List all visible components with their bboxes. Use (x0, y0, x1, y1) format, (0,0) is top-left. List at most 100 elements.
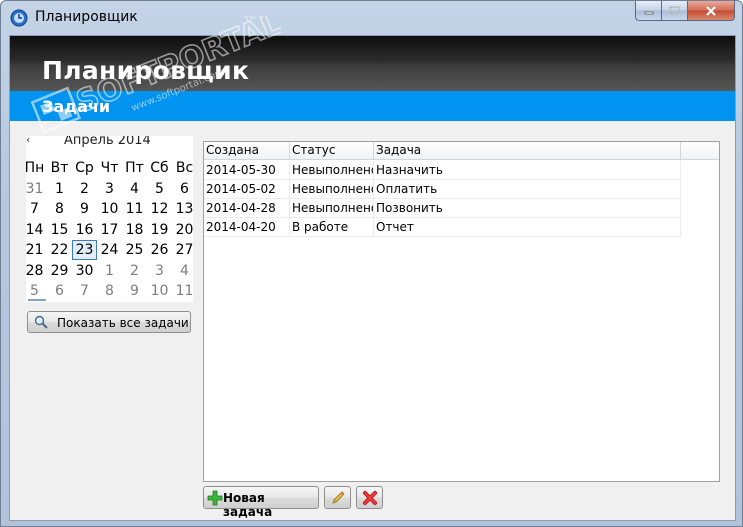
new-task-label: Новая задача (223, 491, 273, 519)
calendar-day[interactable]: 15 (47, 220, 72, 240)
table-row[interactable]: 2014-05-30 Невыполнено Назначить (204, 161, 681, 180)
task-table[interactable]: Создана Статус Задача 2014-05-30 Невыпол… (203, 141, 720, 482)
calendar-day[interactable]: 19 (147, 220, 172, 240)
calendar-day[interactable]: 14 (26, 220, 47, 240)
cell-status: Невыполнено (290, 180, 374, 199)
calendar-header: ‹ Апрель 2014 (26, 136, 193, 150)
cell-created: 2014-04-28 (204, 199, 290, 218)
calendar-day[interactable]: 10 (147, 281, 172, 301)
pencil-icon (332, 491, 345, 504)
calendar-week-row: 14 15 16 17 18 19 20 (26, 220, 193, 241)
calendar-day[interactable]: 24 (97, 240, 122, 260)
title-bar[interactable]: Планировщик (1, 1, 742, 35)
red-x-icon (363, 491, 377, 505)
weekday-label: Вс (175, 160, 193, 176)
calendar-day[interactable]: 31 (26, 179, 47, 199)
minimize-button[interactable] (635, 1, 662, 21)
prev-month-button[interactable]: ‹ (26, 136, 36, 146)
calendar-day[interactable]: 5 (147, 179, 172, 199)
calendar-day[interactable]: 7 (26, 199, 47, 219)
new-task-button[interactable]: Новая задача (203, 486, 319, 519)
maximize-icon (669, 6, 680, 15)
calendar-week-row: 28 29 30 1 2 3 4 (26, 261, 193, 282)
weekday-label: Пн (26, 160, 45, 176)
calendar-day[interactable]: 22 (47, 240, 72, 260)
app-window: Планировщик Планировщик Задачи ‹ Апрель … (0, 0, 743, 527)
weekday-label: Сб (150, 160, 169, 176)
calendar-day[interactable]: 10 (97, 199, 122, 219)
calendar-day[interactable]: 2 (122, 261, 147, 281)
weekday-row: Пн Вт Ср Чт Пт Сб Вс (26, 158, 193, 179)
table-row[interactable]: 2014-04-28 Невыполнено Позвонить (204, 199, 681, 218)
calendar-day[interactable]: 2 (72, 179, 97, 199)
calendar-week-row: 21 22 23 24 25 26 27 (26, 240, 193, 261)
calendar-day[interactable]: 1 (97, 261, 122, 281)
calendar-day[interactable]: 13 (172, 199, 193, 219)
section-title: Задачи (42, 97, 111, 116)
calendar-day[interactable]: 30 (72, 261, 97, 281)
calendar-day[interactable]: 4 (122, 179, 147, 199)
calendar-day[interactable]: 9 (122, 281, 147, 301)
show-all-tasks-button[interactable]: Показать все задачи (27, 311, 191, 333)
calendar-day[interactable]: 29 (47, 261, 72, 281)
calendar-day[interactable]: 11 (172, 281, 193, 301)
calendar-day[interactable]: 26 (147, 240, 172, 260)
delete-task-button[interactable] (356, 486, 383, 509)
calendar-day[interactable]: 27 (172, 240, 193, 260)
cell-task: Назначить (374, 161, 681, 180)
calendar-day[interactable]: 1 (47, 179, 72, 199)
calendar-day[interactable]: 3 (97, 179, 122, 199)
column-header-status[interactable]: Статус (290, 142, 374, 160)
calendar-day[interactable]: 28 (26, 261, 47, 281)
calendar-day[interactable]: 8 (97, 281, 122, 301)
calendar-day[interactable]: 6 (172, 179, 193, 199)
magnifier-icon (34, 315, 48, 329)
window-controls (635, 1, 735, 21)
table-row[interactable]: 2014-04-20 В работе Отчет (204, 218, 681, 237)
calendar-day[interactable]: 16 (72, 220, 97, 240)
header-banner: Планировщик (10, 36, 735, 91)
calendar-day[interactable]: 6 (47, 281, 72, 301)
calendar-day[interactable]: 21 (26, 240, 47, 260)
cell-task: Позвонить (374, 199, 681, 218)
calendar-day[interactable]: 12 (147, 199, 172, 219)
calendar-grid: Пн Вт Ср Чт Пт Сб Вс 31 1 2 3 4 5 6 7 8 9 10 11 12 13… (26, 158, 193, 302)
calendar-day[interactable]: 5 (26, 281, 47, 301)
calendar-day[interactable]: 7 (72, 281, 97, 301)
column-header-task[interactable]: Задача (374, 142, 681, 160)
calendar-day-today[interactable]: 23 (72, 240, 97, 260)
calendar-month-label[interactable]: Апрель 2014 (64, 136, 151, 148)
green-plus-icon (207, 490, 223, 506)
calendar-week-row: 5 6 7 8 9 10 11 (26, 281, 193, 302)
calendar-day[interactable]: 25 (122, 240, 147, 260)
calendar-day[interactable]: 9 (72, 199, 97, 219)
cell-task: Отчет (374, 218, 681, 237)
column-header-created[interactable]: Создана (204, 142, 290, 160)
section-bar: Задачи (10, 91, 735, 121)
calendar-week-row: 31 1 2 3 4 5 6 (26, 179, 193, 200)
calendar-day[interactable]: 8 (47, 199, 72, 219)
window-title: Планировщик (35, 9, 138, 25)
calendar-focus-underline (28, 299, 46, 301)
close-button[interactable] (688, 1, 735, 21)
maximize-button[interactable] (662, 1, 688, 21)
calendar-day[interactable]: 11 (122, 199, 147, 219)
weekday-label: Вт (50, 160, 69, 176)
calendar-day[interactable]: 20 (172, 220, 193, 240)
calendar-day[interactable]: 17 (97, 220, 122, 240)
calendar-weeks: 31 1 2 3 4 5 6 7 8 9 10 11 12 13 14 15 16 17 18 19 20 21 22 23 2… (26, 179, 193, 302)
weekday-label: Пт (125, 160, 144, 176)
calendar-day[interactable]: 3 (147, 261, 172, 281)
calendar-day[interactable]: 4 (172, 261, 193, 281)
banner-title: Планировщик (42, 56, 250, 85)
minimize-icon (644, 11, 653, 14)
table-row[interactable]: 2014-05-02 Невыполнено Оплатить (204, 180, 681, 199)
cell-status: В работе (290, 218, 374, 237)
calendar-day[interactable]: 18 (122, 220, 147, 240)
month-calendar[interactable]: ‹ Апрель 2014 Пн Вт Ср Чт Пт Сб Вс 31 1 2 3… (26, 136, 193, 302)
calendar-week-row: 7 8 9 10 11 12 13 (26, 199, 193, 220)
table-header: Создана Статус Задача (204, 142, 719, 160)
app-icon (10, 9, 28, 27)
edit-task-button[interactable] (324, 486, 351, 509)
client-area: Планировщик Задачи ‹ Апрель 2014 Пн Вт С… (9, 35, 736, 521)
